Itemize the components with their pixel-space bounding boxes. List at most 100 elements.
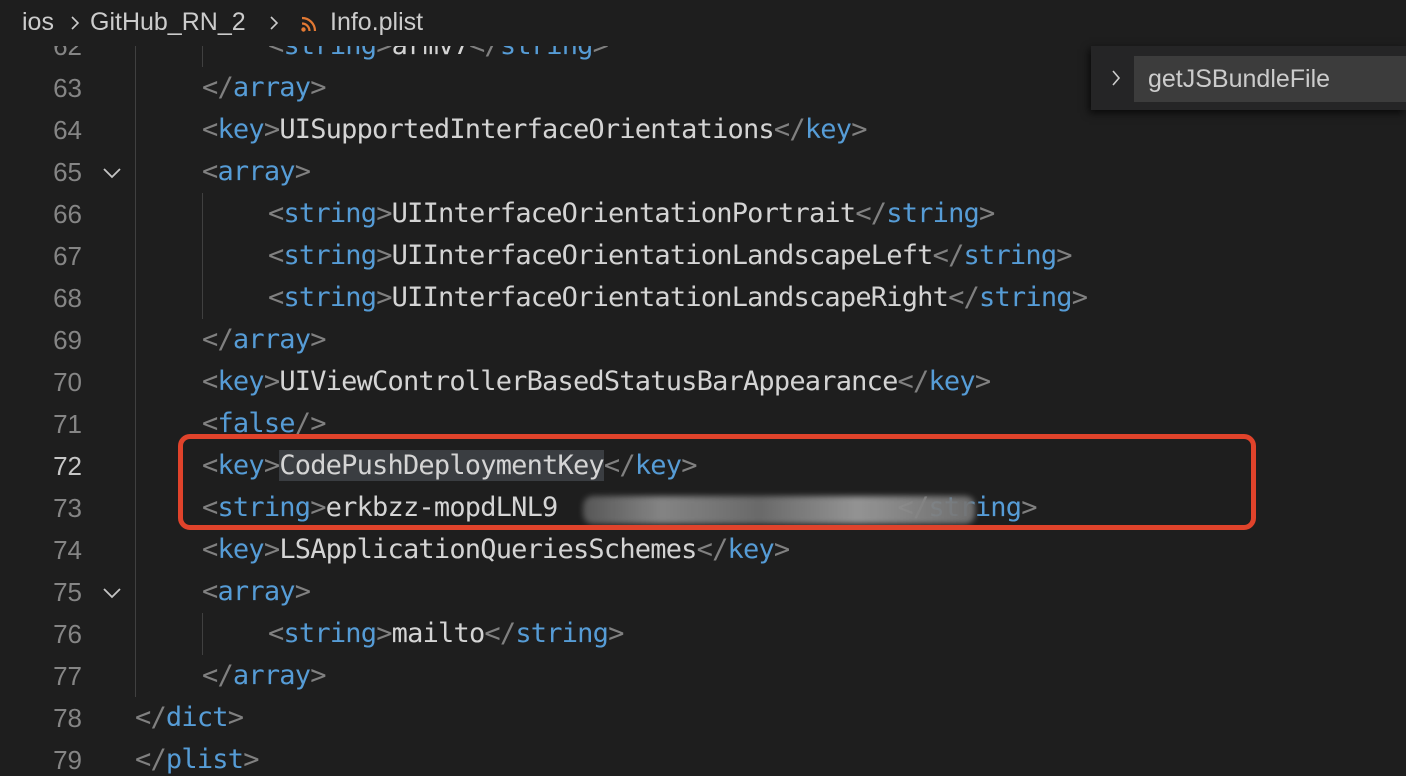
code-text[interactable]: <string>UIInterfaceOrientationLandscapeL… — [268, 238, 1073, 274]
xml-punctuation: </ — [855, 198, 887, 229]
xml-tag-name: false — [217, 408, 295, 439]
xml-punctuation: < — [202, 156, 218, 187]
breadcrumb: ios GitHub_RN_2 Info.plist — [0, 0, 1406, 46]
line-number: 79 — [53, 745, 82, 775]
xml-tag-name: key — [217, 450, 264, 481]
code-line[interactable]: 77 </array> — [0, 655, 1406, 697]
xml-tag-name: key — [727, 534, 775, 565]
xml-punctuation: </ — [696, 534, 729, 565]
code-text[interactable]: <string>UIInterfaceOrientationLandscapeR… — [268, 280, 1088, 316]
indent-guide — [135, 25, 136, 697]
xml-punctuation: > — [974, 366, 991, 397]
code-line[interactable]: 68 <string>UIInterfaceOrientationLandscap… — [0, 277, 1406, 319]
xml-tag-name: string — [979, 282, 1073, 313]
code-line[interactable]: 75 <array> — [0, 571, 1406, 613]
line-number: 74 — [53, 535, 82, 565]
chevron-right-icon[interactable] — [1110, 69, 1122, 87]
xml-text: UIViewControllerBasedStatusBarAppearance — [279, 366, 898, 397]
xml-punctuation: < — [202, 366, 218, 397]
xml-punctuation: > — [263, 534, 280, 565]
chevron-right-icon — [71, 16, 80, 30]
line-number: 75 — [53, 577, 82, 607]
xml-tag-name: string — [963, 240, 1058, 271]
code-text[interactable]: <key>LSApplicationQueriesSchemes</key> — [202, 532, 790, 568]
xml-punctuation: < — [202, 492, 218, 523]
code-text[interactable]: </array> — [202, 70, 326, 106]
code-line[interactable]: 69 </array> — [0, 319, 1406, 361]
code-line[interactable]: 71 <false/> — [0, 403, 1406, 445]
xml-punctuation: < — [202, 114, 218, 145]
code-text[interactable]: </plist> — [135, 742, 259, 776]
line-number: 69 — [53, 325, 82, 355]
xml-tag-name: string — [283, 282, 377, 313]
xml-text: UIInterfaceOrientationLandscapeRight — [391, 282, 949, 313]
code-editor[interactable]: 62<string>armv7</string>63</array>64<key… — [0, 0, 1406, 776]
xml-tag-name: array — [217, 576, 295, 607]
xml-punctuation: </ — [948, 282, 980, 313]
code-line[interactable]: 72 <key>CodePushDeploymentKey</key> — [0, 445, 1406, 487]
code-line[interactable]: 74 <key>LSApplicationQueriesSchemes</key> — [0, 529, 1406, 571]
breadcrumb-item-file[interactable]: Info.plist — [330, 8, 423, 37]
xml-punctuation: > — [376, 198, 392, 229]
selected-word: CodePushDeploymentKey — [279, 450, 605, 481]
xml-punctuation: < — [202, 450, 218, 481]
breadcrumb-item-ios[interactable]: ios — [22, 8, 54, 37]
rss-feed-icon — [301, 16, 317, 32]
line-number: 70 — [53, 367, 82, 397]
code-line[interactable]: 78 </dict> — [0, 697, 1406, 739]
xml-tag-name: array — [232, 324, 311, 355]
xml-text: UISupportedInterfaceOrientations — [279, 114, 774, 145]
xml-punctuation: > — [294, 156, 311, 187]
xml-punctuation: < — [268, 240, 284, 271]
xml-punctuation: < — [268, 282, 284, 313]
xml-punctuation: /> — [294, 408, 327, 439]
xml-punctuation: > — [243, 744, 259, 775]
code-line[interactable]: 76 <string>mailto</string> — [0, 613, 1406, 655]
line-number: 67 — [53, 241, 82, 271]
xml-tag-name: string — [886, 198, 980, 229]
xml-tag-name: string — [283, 618, 377, 649]
xml-tag-name: string — [515, 618, 609, 649]
code-line[interactable]: 64 <key>UISupportedInterfaceOrientations<… — [0, 109, 1406, 151]
code-text[interactable]: <string>UIInterfaceOrientationPortrait</… — [268, 196, 995, 232]
code-line[interactable]: 65 <array> — [0, 151, 1406, 193]
xml-punctuation: </ — [484, 618, 516, 649]
xml-tag-name: key — [634, 450, 682, 481]
xml-tag-name: string — [283, 240, 377, 271]
code-line[interactable]: 70 <key>UIViewControllerBasedStatusBarApp… — [0, 361, 1406, 403]
xml-text: mailto — [391, 618, 486, 649]
xml-punctuation: > — [310, 660, 326, 691]
code-text[interactable]: <string>mailto</string> — [268, 616, 624, 652]
xml-punctuation: < — [202, 576, 218, 607]
xml-tag-name: array — [232, 660, 311, 691]
xml-punctuation: > — [310, 324, 326, 355]
code-text[interactable]: <key>UISupportedInterfaceOrientations</k… — [202, 112, 867, 148]
code-text[interactable]: <key>CodePushDeploymentKey</key> — [202, 448, 697, 484]
code-text[interactable]: </array> — [202, 658, 326, 694]
xml-punctuation: > — [263, 450, 280, 481]
line-number: 72 — [53, 451, 82, 481]
xml-punctuation: > — [263, 366, 280, 397]
code-text[interactable]: </array> — [202, 322, 326, 358]
code-text[interactable]: <key>UIViewControllerBasedStatusBarAppea… — [202, 364, 991, 400]
xml-tag-name: key — [217, 534, 264, 565]
code-text[interactable]: </dict> — [135, 700, 244, 736]
xml-punctuation: </ — [897, 366, 930, 397]
xml-punctuation: < — [202, 408, 218, 439]
xml-punctuation: > — [376, 240, 392, 271]
xml-text: UIInterfaceOrientationLandscapeLeft — [391, 240, 934, 271]
line-number: 71 — [53, 409, 82, 439]
code-text[interactable]: <false/> — [202, 406, 326, 442]
xml-punctuation: </ — [202, 660, 234, 691]
code-line[interactable]: 67 <string>UIInterfaceOrientationLandscap… — [0, 235, 1406, 277]
xml-punctuation: > — [1056, 240, 1072, 271]
xml-punctuation: > — [294, 576, 311, 607]
code-line[interactable]: 66 <string>UIInterfaceOrientationPortrait… — [0, 193, 1406, 235]
code-text[interactable]: <array> — [202, 574, 311, 610]
sticky-scroll-symbol[interactable]: getJSBundleFile — [1134, 56, 1406, 102]
code-line[interactable]: 79 </plist> — [0, 739, 1406, 776]
breadcrumb-item-project[interactable]: GitHub_RN_2 — [90, 8, 246, 37]
fold-chevron-down-icon[interactable] — [102, 167, 122, 179]
fold-chevron-down-icon[interactable] — [102, 587, 122, 599]
code-text[interactable]: <array> — [202, 154, 311, 190]
